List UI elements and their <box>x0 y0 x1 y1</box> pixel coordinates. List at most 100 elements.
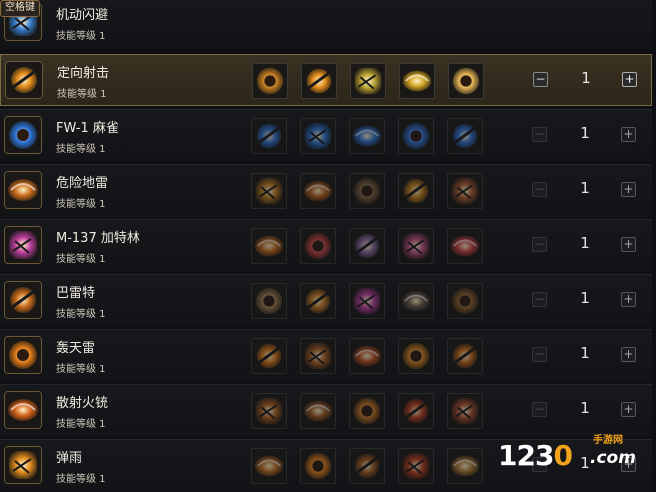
skill-row[interactable]: FW-1 麻雀技能等级 1 − 1 + <box>0 109 652 162</box>
skill-rune-icon[interactable] <box>398 448 434 484</box>
skill-rune-icon[interactable] <box>251 283 287 319</box>
skill-icon[interactable] <box>4 116 42 154</box>
skill-rune-icon[interactable] <box>398 393 434 429</box>
skill-level: 技能等级 1 <box>56 254 106 265</box>
skill-name: 定向射击 <box>57 66 110 81</box>
skill-rune-icon[interactable] <box>398 173 434 209</box>
site-watermark: 手游网 1230 .com <box>498 431 648 473</box>
skill-point-count: 1 <box>580 234 590 252</box>
decrease-level-button[interactable]: − <box>532 347 547 362</box>
skill-name: FW-1 麻雀 <box>56 121 119 136</box>
skill-rune-icon[interactable] <box>447 338 483 374</box>
skill-rune-icon[interactable] <box>349 118 385 154</box>
skill-level: 技能等级 1 <box>56 144 106 155</box>
decrease-level-button[interactable]: − <box>533 72 548 87</box>
skill-rune-icon[interactable] <box>447 118 483 154</box>
skill-row[interactable]: 机动闪避技能等级 1 <box>0 0 652 49</box>
skill-rune-icon[interactable] <box>349 393 385 429</box>
skill-rune-icon[interactable] <box>398 228 434 264</box>
increase-level-button[interactable]: + <box>621 237 636 252</box>
skill-rune-icon[interactable] <box>398 283 434 319</box>
skill-name: 散射火铳 <box>56 396 109 411</box>
skill-rune-icon[interactable] <box>447 448 483 484</box>
skill-rune-icon[interactable] <box>301 63 337 99</box>
skill-rune-icon[interactable] <box>251 338 287 374</box>
skill-level: 技能等级 1 <box>56 419 106 430</box>
skill-rune-icon[interactable] <box>251 173 287 209</box>
increase-level-button[interactable]: + <box>621 182 636 197</box>
skill-row[interactable]: 巴雷特技能等级 1 − 1 + <box>0 274 652 327</box>
decrease-level-button[interactable]: − <box>532 127 547 142</box>
skill-rune-icon[interactable] <box>399 63 435 99</box>
skill-icon[interactable] <box>4 226 42 264</box>
skill-rune-icon[interactable] <box>447 283 483 319</box>
watermark-domain: .com <box>590 448 636 468</box>
skill-icon[interactable] <box>4 391 42 429</box>
skill-row[interactable]: M-137 加特林技能等级 1 − 1 + <box>0 219 652 272</box>
skill-rune-icon[interactable] <box>300 118 336 154</box>
skill-rune-icon[interactable] <box>398 338 434 374</box>
skill-rune-icon[interactable] <box>300 448 336 484</box>
skill-rune-icon[interactable] <box>398 118 434 154</box>
skill-point-count: 1 <box>580 179 590 197</box>
skill-rune-icon[interactable] <box>448 63 484 99</box>
skill-level: 技能等级 1 <box>56 31 106 42</box>
spacebar-key-tag: 空格键 <box>0 0 40 17</box>
skill-rune-icon[interactable] <box>251 393 287 429</box>
skill-rune-icon[interactable] <box>349 283 385 319</box>
skill-point-count: 1 <box>580 344 590 362</box>
skill-rune-icon[interactable] <box>349 173 385 209</box>
skill-rune-icon[interactable] <box>350 63 386 99</box>
watermark-logo-text: 1230 <box>498 439 573 472</box>
skill-name: 巴雷特 <box>56 286 96 301</box>
increase-level-button[interactable]: + <box>621 127 636 142</box>
skill-level: 技能等级 1 <box>57 89 107 100</box>
skill-rune-icon[interactable] <box>251 118 287 154</box>
increase-level-button[interactable]: + <box>621 292 636 307</box>
skill-name: 轰天雷 <box>56 341 96 356</box>
skill-point-count: 1 <box>580 124 590 142</box>
skill-level: 技能等级 1 <box>56 364 106 375</box>
skill-row[interactable]: 危险地雷技能等级 1 − 1 + <box>0 164 652 217</box>
skill-name: 机动闪避 <box>56 8 109 23</box>
increase-level-button[interactable]: + <box>621 347 636 362</box>
decrease-level-button[interactable]: − <box>532 237 547 252</box>
skill-rune-icon[interactable] <box>447 393 483 429</box>
decrease-level-button[interactable]: − <box>532 182 547 197</box>
watermark-subtitle: 手游网 <box>593 435 623 446</box>
decrease-level-button[interactable]: − <box>532 292 547 307</box>
skill-rune-icon[interactable] <box>447 228 483 264</box>
skill-rune-icon[interactable] <box>300 173 336 209</box>
skill-level: 技能等级 1 <box>56 199 106 210</box>
skill-rune-icon[interactable] <box>251 448 287 484</box>
skill-rune-icon[interactable] <box>300 393 336 429</box>
skill-row[interactable]: 轰天雷技能等级 1 − 1 + <box>0 329 652 382</box>
increase-level-button[interactable]: + <box>621 402 636 417</box>
skill-rune-icon[interactable] <box>349 448 385 484</box>
skill-icon[interactable] <box>5 61 43 99</box>
skill-rune-icon[interactable] <box>300 283 336 319</box>
skill-icon[interactable] <box>4 336 42 374</box>
skill-row[interactable]: 定向射击技能等级 1 − 1 + <box>0 54 652 106</box>
skill-point-count: 1 <box>580 399 590 417</box>
decrease-level-button[interactable]: − <box>532 402 547 417</box>
skill-rune-icon[interactable] <box>252 63 288 99</box>
skill-name: M-137 加特林 <box>56 231 140 246</box>
skill-rune-icon[interactable] <box>300 338 336 374</box>
skill-row[interactable]: 散射火铳技能等级 1 − 1 + <box>0 384 652 437</box>
skill-name: 弹雨 <box>56 451 83 466</box>
skill-point-count: 1 <box>580 289 590 307</box>
skill-rune-icon[interactable] <box>349 338 385 374</box>
skill-icon[interactable] <box>4 446 42 484</box>
skill-level: 技能等级 1 <box>56 309 106 320</box>
increase-level-button[interactable]: + <box>622 72 637 87</box>
skill-level: 技能等级 1 <box>56 474 106 485</box>
skill-icon[interactable] <box>4 281 42 319</box>
skill-rune-icon[interactable] <box>251 228 287 264</box>
skill-rune-icon[interactable] <box>349 228 385 264</box>
skill-rune-icon[interactable] <box>300 228 336 264</box>
skill-icon[interactable] <box>4 171 42 209</box>
skill-point-count: 1 <box>581 69 591 87</box>
skill-name: 危险地雷 <box>56 176 109 191</box>
skill-rune-icon[interactable] <box>447 173 483 209</box>
